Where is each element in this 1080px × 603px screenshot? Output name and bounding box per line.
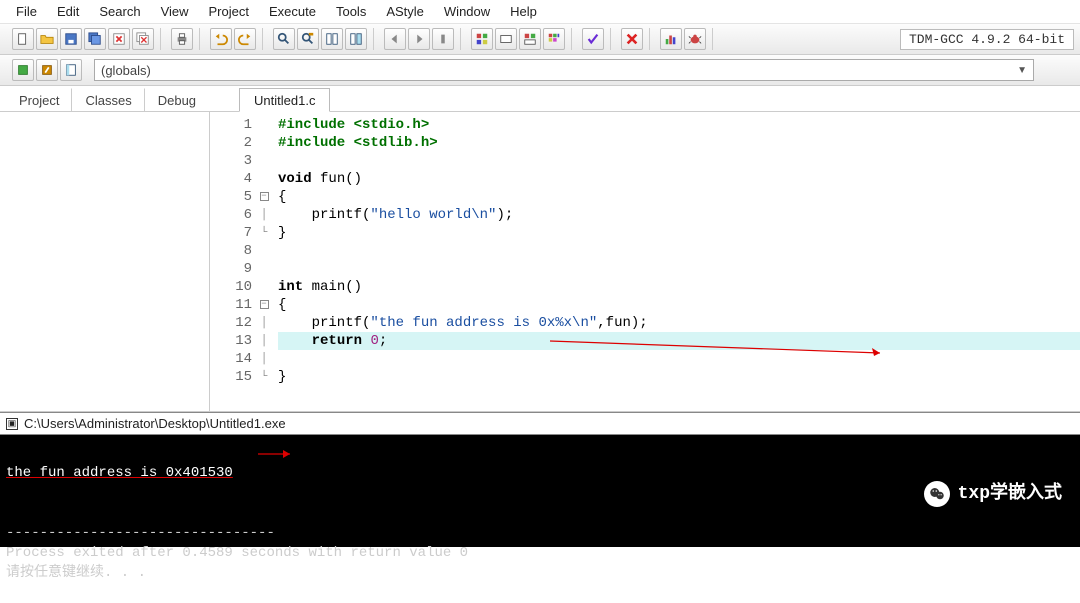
toggle-panel-button[interactable] — [60, 59, 82, 81]
menu-search[interactable]: Search — [89, 2, 150, 21]
editor-area: 123456789101112131415 −│└−│││└ #include … — [0, 112, 1080, 412]
globals-combo[interactable]: (globals) ▼ — [94, 59, 1034, 81]
profile-button[interactable] — [660, 28, 682, 50]
fold-column[interactable]: −│└−│││└ — [256, 112, 272, 411]
secondary-toolbar: (globals) ▼ — [0, 55, 1080, 86]
file-tab-untitled1[interactable]: Untitled1.c — [239, 88, 330, 112]
console-titlebar: ▣ C:\Users\Administrator\Desktop\Untitle… — [0, 412, 1080, 435]
new-class-button[interactable] — [12, 59, 34, 81]
annotation-arrow-icon — [258, 447, 298, 461]
watermark: txp学嵌入式 — [924, 481, 1062, 507]
wechat-icon — [924, 481, 950, 507]
stop-button[interactable] — [621, 28, 643, 50]
console-output: the fun address is 0x401530 ------------… — [0, 435, 1080, 547]
find-button[interactable] — [273, 28, 295, 50]
console-path: C:\Users\Administrator\Desktop\Untitled1… — [24, 416, 286, 431]
code-content[interactable]: #include <stdio.h>#include <stdlib.h>voi… — [272, 112, 1080, 411]
watermark-text: txp学嵌入式 — [958, 484, 1062, 504]
menu-view[interactable]: View — [151, 2, 199, 21]
open-file-button[interactable] — [36, 28, 58, 50]
console-separator: -------------------------------- — [6, 525, 275, 541]
rebuild-button[interactable] — [543, 28, 565, 50]
menu-bar: File Edit Search View Project Execute To… — [0, 0, 1080, 24]
code-editor[interactable]: 123456789101112131415 −│└−│││└ #include … — [210, 112, 1080, 411]
compile-run-button[interactable] — [519, 28, 541, 50]
compile-button[interactable] — [471, 28, 493, 50]
new-file-button[interactable] — [12, 28, 34, 50]
chevron-down-icon: ▼ — [1017, 65, 1027, 76]
line-gutter: 123456789101112131415 — [210, 112, 256, 411]
menu-project[interactable]: Project — [199, 2, 259, 21]
compiler-label: TDM-GCC 4.9.2 64-bit — [909, 32, 1065, 47]
bookmark-button[interactable] — [345, 28, 367, 50]
menu-execute[interactable]: Execute — [259, 2, 326, 21]
console-prompt-line: 请按任意键继续. . . — [6, 565, 146, 581]
menu-window[interactable]: Window — [434, 2, 500, 21]
menu-astyle[interactable]: AStyle — [376, 2, 434, 21]
goto-button[interactable] — [321, 28, 343, 50]
nav-forward-button[interactable] — [408, 28, 430, 50]
tab-debug[interactable]: Debug — [145, 88, 209, 111]
menu-help[interactable]: Help — [500, 2, 547, 21]
undo-button[interactable] — [210, 28, 232, 50]
save-button[interactable] — [60, 28, 82, 50]
tab-classes[interactable]: Classes — [72, 88, 144, 111]
annotation-arrow-icon — [550, 335, 900, 359]
close-button[interactable] — [108, 28, 130, 50]
main-toolbar: TDM-GCC 4.9.2 64-bit — [0, 24, 1080, 55]
compiler-selector[interactable]: TDM-GCC 4.9.2 64-bit — [900, 29, 1074, 50]
syntax-check-button[interactable] — [582, 28, 604, 50]
menu-file[interactable]: File — [6, 2, 47, 21]
redo-button[interactable] — [234, 28, 256, 50]
run-button[interactable] — [495, 28, 517, 50]
nav-back-button[interactable] — [384, 28, 406, 50]
project-panel[interactable] — [0, 112, 210, 411]
replace-button[interactable] — [297, 28, 319, 50]
tabs-row: Project Classes Debug Untitled1.c — [0, 86, 1080, 112]
save-all-button[interactable] — [84, 28, 106, 50]
console-exit-line: Process exited after 0.4589 seconds with… — [6, 545, 468, 561]
menu-tools[interactable]: Tools — [326, 2, 376, 21]
debug-button[interactable] — [684, 28, 706, 50]
console-icon: ▣ — [6, 418, 18, 430]
insert-button[interactable] — [36, 59, 58, 81]
globals-label: (globals) — [101, 63, 151, 78]
tab-project[interactable]: Project — [6, 88, 72, 111]
print-button[interactable] — [171, 28, 193, 50]
close-all-button[interactable] — [132, 28, 154, 50]
nav-toggle-button[interactable] — [432, 28, 454, 50]
console-line-output: the fun address is 0x401530 — [6, 465, 233, 481]
menu-edit[interactable]: Edit — [47, 2, 89, 21]
